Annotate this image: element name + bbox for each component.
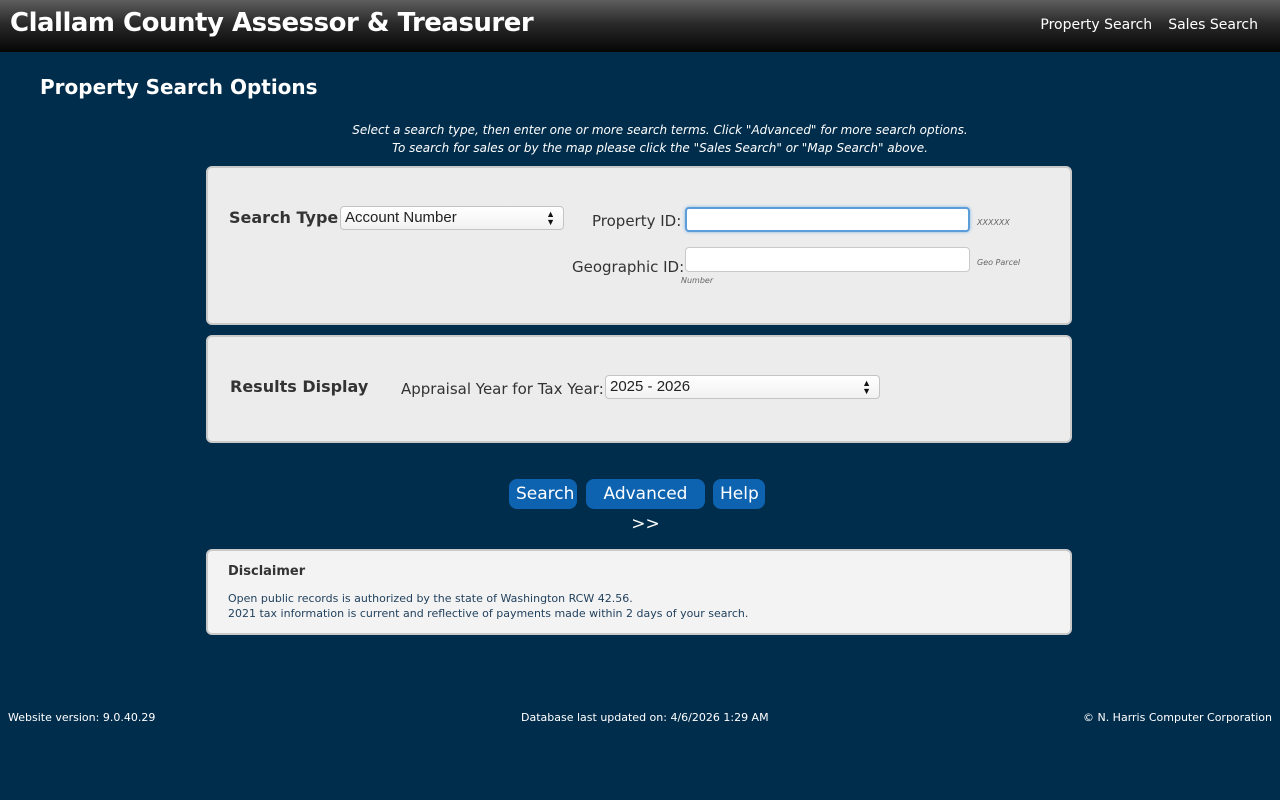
copyright: © N. Harris Computer Corporation: [1082, 711, 1272, 724]
advanced-button[interactable]: Advanced >>: [586, 479, 705, 534]
website-version: Website version: 9.0.40.29: [8, 711, 156, 724]
help-button[interactable]: Help: [713, 479, 765, 509]
up-down-arrows-icon: ▲ ▼: [862, 378, 871, 396]
appraisal-year-value: 2025 - 2026: [610, 378, 691, 395]
disclaimer-title: Disclaimer: [228, 564, 306, 579]
nav-sales-search[interactable]: Sales Search: [1168, 17, 1258, 33]
property-id-hint: XXXXXX: [977, 218, 1010, 227]
up-down-arrows-icon: ▲ ▼: [546, 209, 555, 227]
top-nav: Property Search Sales Search: [1040, 17, 1258, 33]
search-type-select[interactable]: Account Number ▲ ▼: [340, 206, 564, 230]
search-type-value: Account Number: [345, 209, 457, 226]
property-id-input[interactable]: [685, 207, 970, 232]
disclaimer-line-2: 2021 tax information is current and refl…: [228, 607, 749, 620]
instructions-line-1: Select a search type, then enter one or …: [352, 123, 968, 137]
property-id-label: Property ID:: [592, 212, 682, 230]
geographic-id-hint-number: Number: [681, 276, 714, 285]
instructions-line-2: To search for sales or by the map please…: [392, 141, 928, 155]
appraisal-year-label: Appraisal Year for Tax Year:: [401, 380, 604, 398]
geographic-id-label: Geographic ID:: [572, 258, 685, 276]
nav-property-search[interactable]: Property Search: [1040, 17, 1152, 33]
appraisal-year-select[interactable]: 2025 - 2026 ▲ ▼: [605, 375, 880, 399]
page-title: Property Search Options: [40, 75, 318, 99]
results-display-title: Results Display: [230, 377, 369, 396]
disclaimer-line-1: Open public records is authorized by the…: [228, 592, 633, 605]
results-display-panel: Results Display Appraisal Year for Tax Y…: [206, 335, 1072, 443]
disclaimer-panel: Disclaimer Open public records is author…: [206, 549, 1072, 635]
geographic-id-hint: Geo Parcel: [977, 258, 1021, 267]
geographic-id-input[interactable]: [685, 247, 970, 272]
search-type-label: Search Type:: [229, 208, 345, 227]
database-updated: Database last updated on: 4/6/2026 1:29 …: [521, 711, 769, 724]
search-instructions: Select a search type, then enter one or …: [0, 121, 1280, 157]
search-criteria-panel: Search Type: Account Number ▲ ▼ Property …: [206, 166, 1072, 325]
search-button[interactable]: Search: [509, 479, 577, 509]
header-bar: Clallam County Assessor & Treasurer Prop…: [0, 0, 1280, 52]
site-title: Clallam County Assessor & Treasurer: [10, 8, 534, 38]
